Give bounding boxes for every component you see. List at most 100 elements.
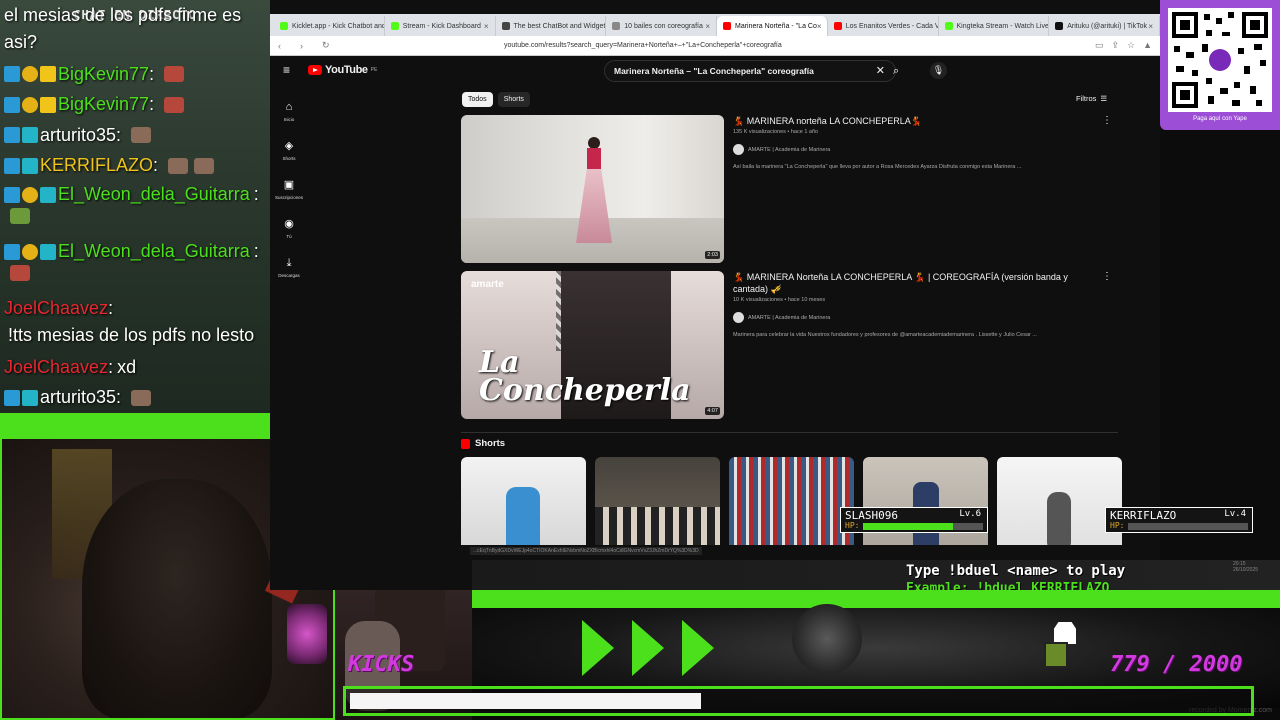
video-thumbnail[interactable]: amarte La Concheperla 4:07: [461, 271, 724, 419]
tab-favicon-icon: [612, 22, 621, 30]
video-result[interactable]: 2:03 💃 MARINERA norteña LA CONCHEPERLA💃 …: [461, 115, 1118, 263]
mic-icon[interactable]: 🎙: [930, 62, 947, 79]
short-thumbnail[interactable]: [997, 457, 1122, 557]
chat-messages: el mesias de los pdfs firme es asi? BigK…: [4, 2, 266, 413]
browser-tab[interactable]: Marinera Norteña - "La Co ×: [717, 16, 828, 36]
video-thumbnail[interactable]: 2:03: [461, 115, 724, 263]
player-card: KERRIFLAZO Lv.4 HP:: [1105, 507, 1253, 533]
search-value: Marinera Norteña – "La Concheperla" core…: [614, 66, 814, 76]
search-icon[interactable]: ⌕: [893, 60, 911, 82]
youtube-logo[interactable]: YouTube PE: [308, 64, 377, 76]
chat-username[interactable]: arturito35: [40, 122, 116, 149]
browser-tab[interactable]: 10 bailes con coreografía ×: [606, 16, 717, 36]
browser-tab[interactable]: Kicklet.app - Kick Chatbot and×: [274, 16, 385, 36]
browser-tab[interactable]: Stream - Kick Dashboard ×: [385, 16, 496, 36]
chat-badge-icon: [40, 96, 56, 113]
tab-label: 10 bailes con coreografía: [624, 22, 703, 30]
chat-message-text: xd: [117, 356, 137, 377]
chat-badge-icon: [40, 66, 56, 83]
tab-label: The best ChatBot and Widgets: [513, 22, 607, 30]
chip-shorts[interactable]: Shorts: [497, 92, 530, 107]
browser-tab[interactable]: The best ChatBot and Widgets×: [496, 16, 607, 36]
more-icon[interactable]: ⋮: [1102, 115, 1112, 126]
chat-username[interactable]: BigKevin77: [58, 91, 149, 118]
chat-username[interactable]: BigKevin77: [58, 61, 149, 88]
lamp: [287, 604, 327, 664]
chat-message: JoelChaavez : !tts mesias de los pdfs no …: [4, 295, 266, 352]
download-icon: ⤓: [286, 256, 292, 269]
url-field[interactable]: youtube.com/results?search_query=Mariner…: [504, 42, 782, 49]
video-title[interactable]: 💃 MARINERA norteña LA CONCHEPERLA💃: [733, 115, 1093, 127]
chat-message-text: :: [253, 184, 259, 204]
chat-username[interactable]: arturito35: [40, 384, 116, 411]
chat-username[interactable]: KERRIFLAZO: [40, 152, 153, 179]
emote-icon: [164, 66, 185, 83]
browser-tab[interactable]: Kingteka Stream - Watch Live×: [939, 16, 1050, 36]
chat-message: KERRIFLAZO :: [4, 151, 266, 182]
clear-icon[interactable]: ✕: [876, 64, 885, 77]
shorts-icon: [461, 438, 470, 449]
chat-separator: :: [149, 94, 155, 115]
tab-label: Kingteka Stream - Watch Live: [956, 22, 1049, 30]
sidebar-item[interactable]: ⤓ Descargas: [270, 248, 308, 287]
chat-separator: :: [108, 356, 114, 377]
chat-badge-icon: [40, 186, 56, 203]
browser-tab[interactable]: Arituku (@arituki) | TikTok ×: [1049, 16, 1160, 36]
close-tab-icon[interactable]: ×: [1148, 22, 1153, 31]
forward-icon[interactable]: ›: [300, 41, 312, 51]
extension-icon[interactable]: ▲: [1143, 40, 1152, 51]
reload-icon[interactable]: ↻: [322, 40, 334, 51]
chat-message: BigKevin77 :: [4, 90, 266, 121]
close-tab-icon[interactable]: ×: [817, 22, 822, 31]
chat-badge-icon: [22, 127, 38, 144]
qr-caption: Paga aquí con Yape: [1193, 116, 1247, 122]
video-info: 💃 MARINERA norteña LA CONCHEPERLA💃 135 K…: [733, 115, 1093, 170]
cast-icon[interactable]: ▭: [1095, 40, 1104, 51]
short-thumbnail[interactable]: [461, 457, 586, 557]
sidebar-item[interactable]: ◈ Shorts: [270, 131, 308, 170]
tab-strip: Kicklet.app - Kick Chatbot and×Stream - …: [270, 14, 1160, 36]
sidebar-item[interactable]: ⌂ Inicio: [270, 92, 308, 131]
short-thumbnail[interactable]: [729, 457, 854, 557]
chat-username[interactable]: El_Weon_dela_Guitarra: [58, 238, 250, 265]
menu-icon[interactable]: ≡: [283, 64, 294, 76]
browser-tab[interactable]: Los Enanitos Verdes - Cada Ve×: [828, 16, 939, 36]
chat-username[interactable]: JoelChaavez: [4, 295, 108, 322]
bookmark-icon[interactable]: ☆: [1127, 40, 1135, 51]
address-bar: ‹ › ↻ youtube.com/results?search_query=M…: [270, 36, 1160, 56]
you-icon: ◉: [284, 217, 294, 230]
chevron-icon: [682, 620, 714, 676]
qr-code: [1168, 8, 1272, 112]
video-title[interactable]: 💃 MARINERA Norteña LA CONCHEPERLA 💃 | CO…: [733, 271, 1093, 295]
chip-todos[interactable]: Todos: [462, 92, 493, 107]
pixel-pet-icon: [1044, 642, 1068, 668]
chat-username[interactable]: El_Weon_dela_Guitarra: [58, 181, 250, 208]
shorts-heading: Shorts: [461, 438, 505, 449]
sidebar-item[interactable]: ◉ Tú: [270, 209, 308, 248]
video-info: 💃 MARINERA Norteña LA CONCHEPERLA 💃 | CO…: [733, 271, 1093, 338]
chat-message: BigKevin77 :: [4, 59, 266, 90]
video-result[interactable]: amarte La Concheperla 4:07 💃 MARINERA No…: [461, 271, 1118, 419]
filters-button[interactable]: Filtros ☰: [1076, 94, 1107, 103]
channel-row[interactable]: AMARTE | Academia de Marinera: [733, 312, 1093, 323]
chat-username[interactable]: JoelChaavez: [4, 354, 108, 381]
streamer: [82, 479, 272, 718]
search-input[interactable]: Marinera Norteña – "La Concheperla" core…: [604, 60, 896, 82]
more-icon[interactable]: ⋮: [1102, 271, 1112, 282]
chat-badge-icon: [40, 243, 56, 260]
share-icon[interactable]: ⇪: [1111, 40, 1119, 51]
chat-badge-icon: [4, 127, 20, 144]
close-tab-icon[interactable]: ×: [705, 22, 710, 31]
close-tab-icon[interactable]: ×: [484, 22, 489, 31]
tab-label: Stream - Kick Dashboard: [402, 22, 481, 30]
logo-text: YouTube: [325, 64, 368, 76]
avatar: [733, 144, 744, 155]
chat-badge-icon: [22, 66, 38, 83]
short-thumbnail[interactable]: [595, 457, 720, 557]
back-icon[interactable]: ‹: [278, 41, 290, 51]
sidebar-item-label: Inicio: [283, 116, 295, 122]
sidebar-item-label: Suscripciones: [274, 194, 303, 200]
sidebar-item[interactable]: ▣ Suscripciones: [270, 170, 308, 209]
chat-message-text: !tts mesias de los pdfs no lesto memoso: [8, 325, 255, 345]
channel-row[interactable]: AMARTE | Academia de Marinera: [733, 144, 1093, 155]
